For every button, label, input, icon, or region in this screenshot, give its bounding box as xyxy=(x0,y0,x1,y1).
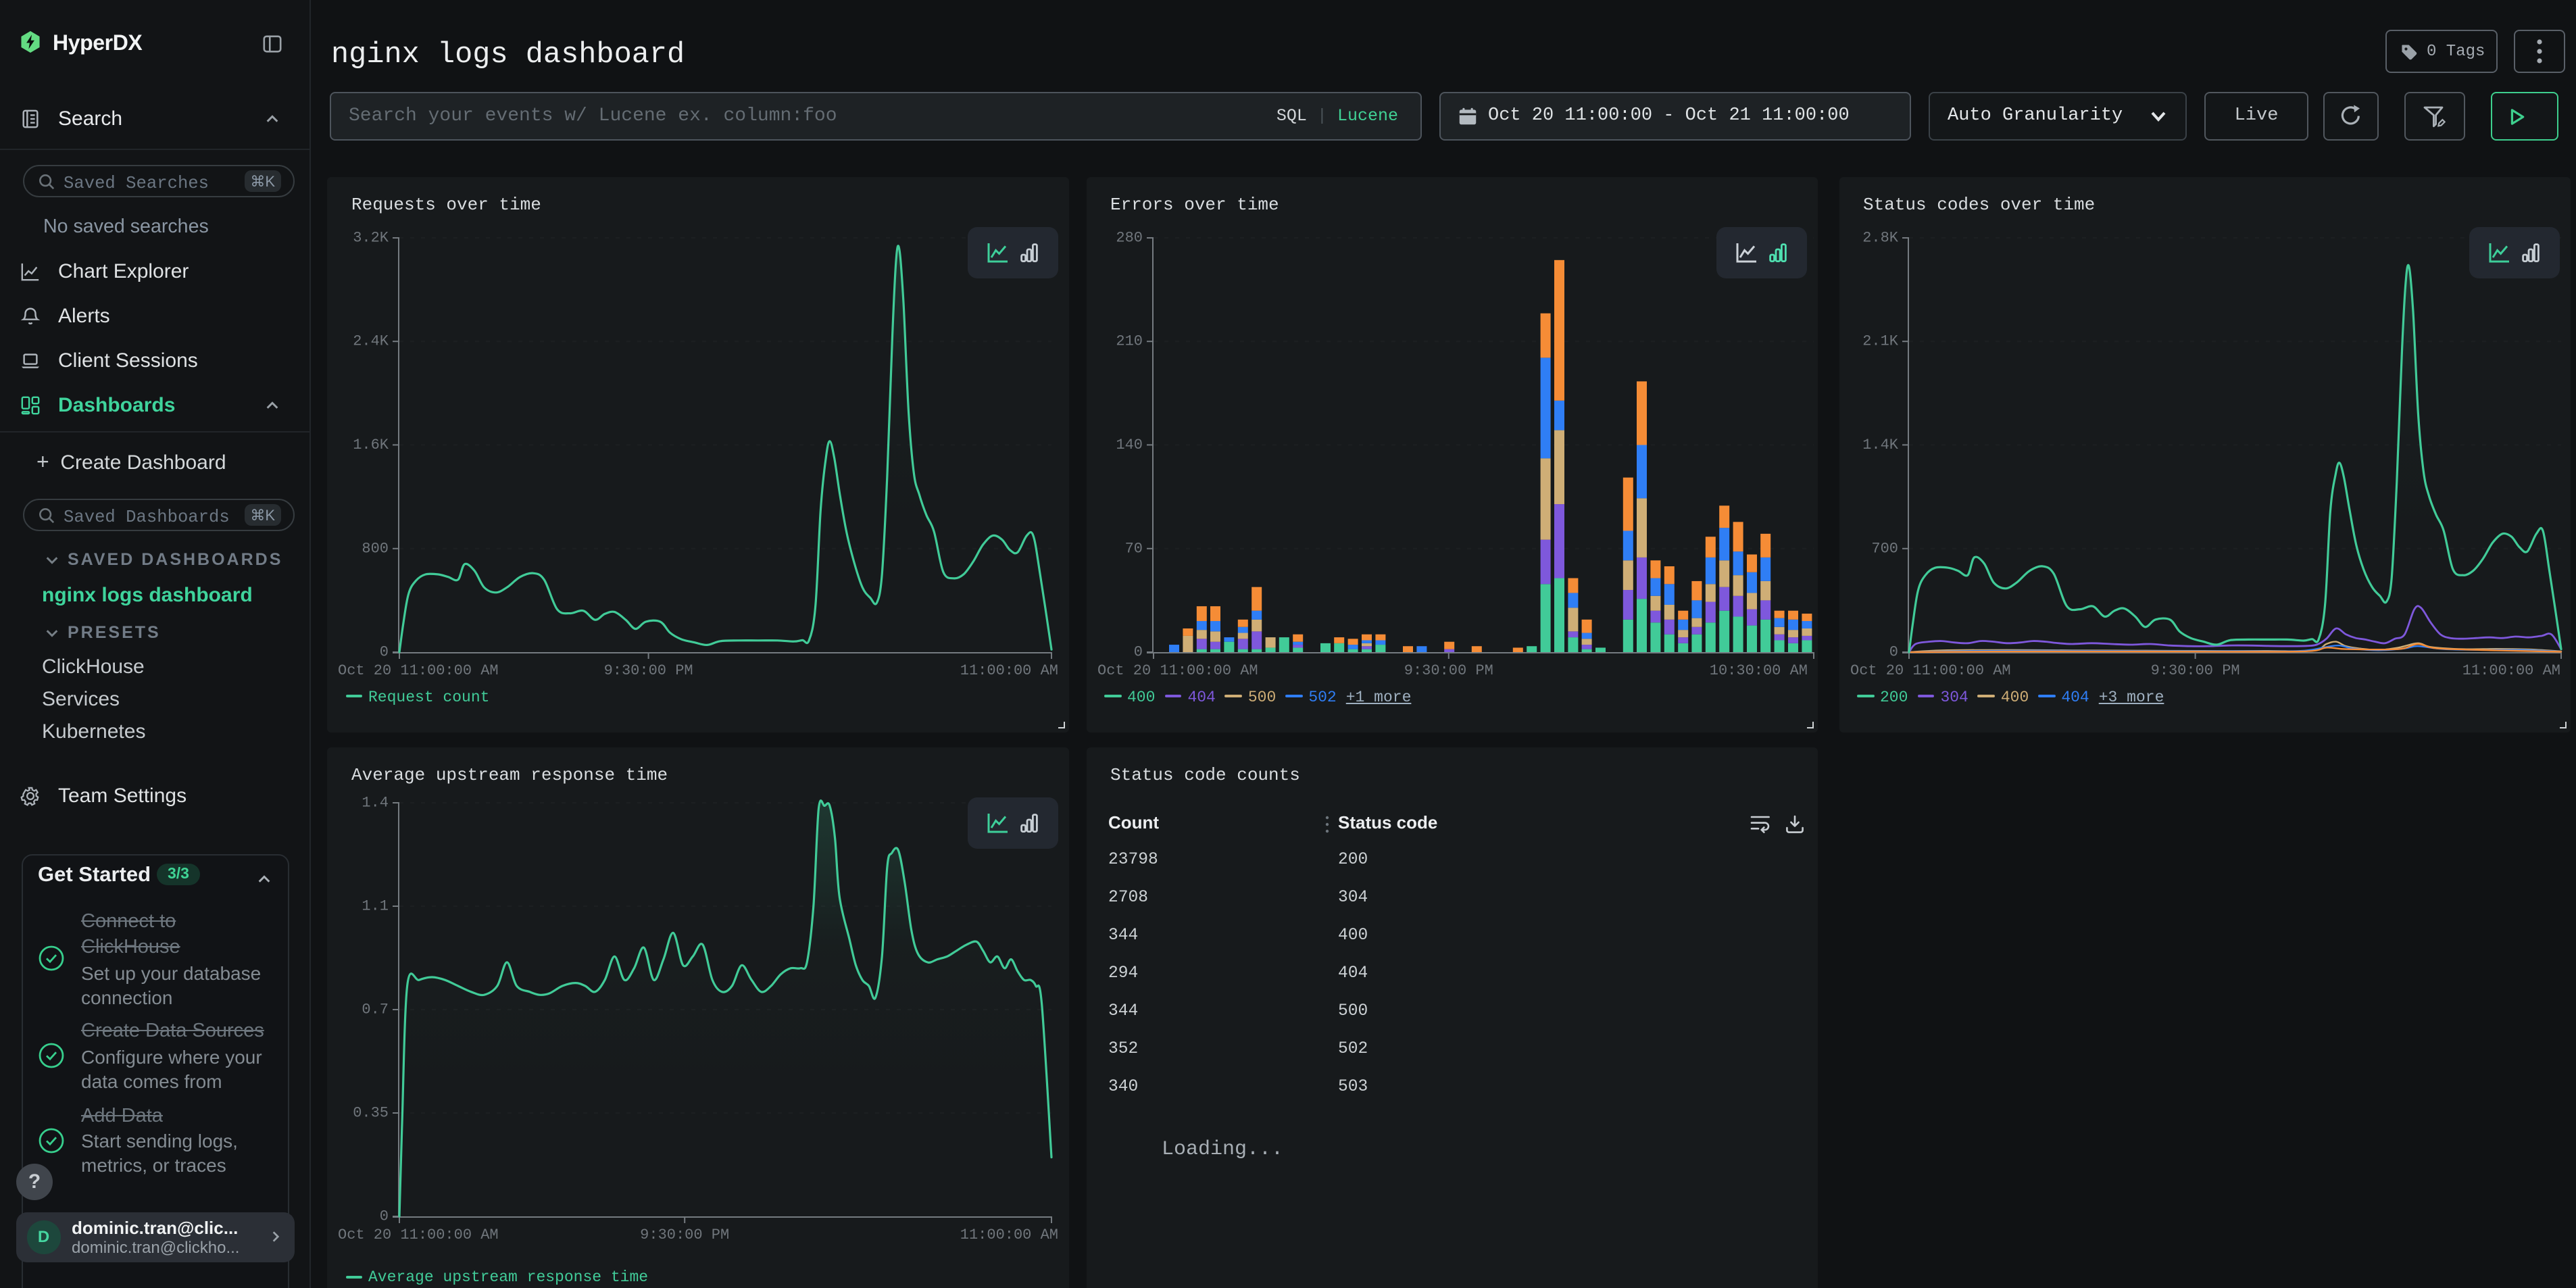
svg-text:Oct 20 11:00:00 AM: Oct 20 11:00:00 AM xyxy=(1850,662,2010,679)
svg-text:Oct 20 11:00:00 AM: Oct 20 11:00:00 AM xyxy=(1097,662,1258,679)
svg-text:210: 210 xyxy=(1115,333,1142,350)
svg-text:10:30:00 AM: 10:30:00 AM xyxy=(1709,662,1807,679)
svg-text:2.4K: 2.4K xyxy=(353,333,389,350)
svg-text:11:00:00 AM: 11:00:00 AM xyxy=(960,1227,1058,1243)
svg-text:0.7: 0.7 xyxy=(362,1001,389,1018)
svg-text:1.4K: 1.4K xyxy=(1862,437,1898,453)
svg-text:140: 140 xyxy=(1115,437,1142,453)
svg-text:11:00:00 AM: 11:00:00 AM xyxy=(960,662,1058,679)
svg-text:0.35: 0.35 xyxy=(353,1105,389,1122)
svg-text:0: 0 xyxy=(1133,644,1142,661)
svg-text:0: 0 xyxy=(1889,644,1898,661)
svg-text:9:30:00 PM: 9:30:00 PM xyxy=(2150,662,2239,679)
svg-text:2.1K: 2.1K xyxy=(1862,333,1898,350)
svg-text:Oct 20 11:00:00 AM: Oct 20 11:00:00 AM xyxy=(338,1227,499,1243)
svg-text:9:30:00 PM: 9:30:00 PM xyxy=(640,1227,729,1243)
svg-text:1.4: 1.4 xyxy=(362,795,389,812)
svg-text:Oct 20 11:00:00 AM: Oct 20 11:00:00 AM xyxy=(338,662,499,679)
svg-text:280: 280 xyxy=(1115,230,1142,247)
svg-text:1.1: 1.1 xyxy=(362,898,389,915)
svg-text:9:30:00 PM: 9:30:00 PM xyxy=(604,662,693,679)
svg-text:1.6K: 1.6K xyxy=(353,437,389,453)
svg-text:2.8K: 2.8K xyxy=(1862,230,1898,247)
svg-text:70: 70 xyxy=(1124,540,1142,557)
svg-text:9:30:00 PM: 9:30:00 PM xyxy=(1404,662,1493,679)
svg-text:0: 0 xyxy=(380,644,389,661)
svg-text:0: 0 xyxy=(380,1208,389,1225)
svg-text:3.2K: 3.2K xyxy=(353,230,389,247)
svg-text:11:00:00 AM: 11:00:00 AM xyxy=(2462,662,2560,679)
svg-text:800: 800 xyxy=(362,540,389,557)
svg-text:700: 700 xyxy=(1871,540,1898,557)
